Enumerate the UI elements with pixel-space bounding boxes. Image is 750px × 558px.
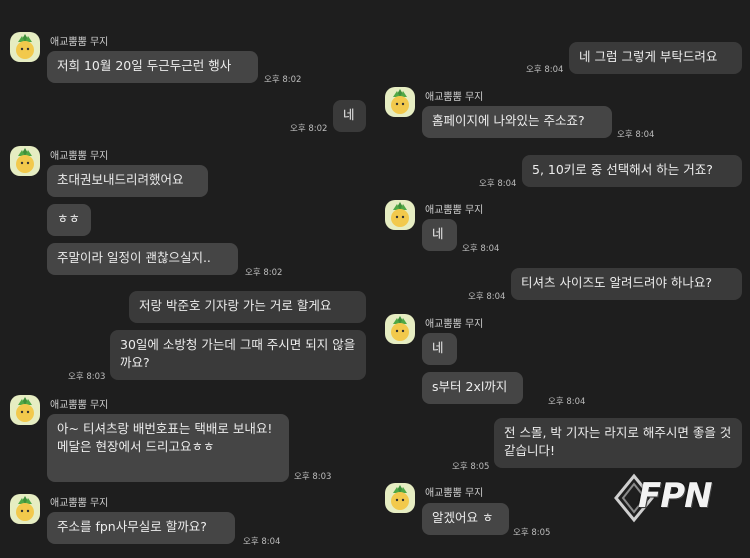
contact-avatar[interactable] [385,200,415,230]
message-bubble-sent: 네 그럼 그렇게 부탁드려요 [569,42,742,74]
fpn-watermark-logo: FPN [612,470,732,526]
contact-name: 애교뿜뿜 무지 [425,205,484,216]
contact-avatar[interactable] [385,483,415,513]
contact-avatar[interactable] [385,314,415,344]
contact-avatar[interactable] [385,87,415,117]
pineapple-character-icon [16,496,34,521]
message-time: 오후 8:02 [245,268,283,278]
message-bubble: 네 [422,219,457,251]
message-bubble: 홈페이지에 나와있는 주소죠? [422,106,612,138]
contact-name: 애교뿜뿜 무지 [425,319,484,330]
pineapple-character-icon [391,316,409,341]
contact-avatar[interactable] [10,146,40,176]
message-bubble-sent: 5, 10키로 중 선택해서 하는 거죠? [522,155,742,187]
pineapple-character-icon [391,202,409,227]
message-line: 아~ 티셔츠랑 배번호표는 택배로 보내요! [57,421,273,436]
contact-name: 애교뿜뿜 무지 [50,151,109,162]
message-bubble: 아~ 티셔츠랑 배번호표는 택배로 보내요! 메달은 현장에서 드리고요ㅎㅎ [47,414,289,482]
chat-panel-left: 애교뿜뿜 무지 저희 10월 20일 두근두근런 행사 오후 8:02 오후 8… [0,0,375,558]
message-time: 오후 8:04 [548,397,586,407]
message-time: 오후 8:04 [462,244,500,254]
message-bubble-sent: 저랑 박준호 기자랑 가는 거로 할게요 [129,291,366,323]
message-time: 오후 8:02 [264,75,302,85]
message-time: 오후 8:04 [468,292,506,302]
pineapple-character-icon [16,148,34,173]
message-line: 메달은 현장에서 드리고요ㅎㅎ [57,439,215,454]
message-bubble: 주말이라 일정이 괜찮으실지.. [47,243,238,275]
message-bubble: 주소를 fpn사무실로 할까요? [47,512,235,544]
message-time: 오후 8:03 [68,372,106,382]
message-bubble: 저희 10월 20일 두근두근런 행사 [47,51,258,83]
message-time: 오후 8:04 [617,130,655,140]
contact-name: 애교뿜뿜 무지 [50,37,109,48]
message-bubble-sent: 네 [333,100,366,132]
pineapple-character-icon [391,485,409,510]
message-bubble: 초대권보내드리려했어요 [47,165,208,197]
contact-name: 애교뿜뿜 무지 [50,400,109,411]
message-bubble-sent: 전 스몰, 박 기자는 라지로 해주시면 좋을 것 같습니다! [494,418,742,468]
message-bubble-sent: 티셔츠 사이즈도 알려드려야 하나요? [511,268,742,300]
message-time: 오후 8:04 [526,65,564,75]
message-bubble-sent: 30일에 소방청 가는데 그때 주시면 되지 않을까요? [110,330,366,380]
message-time: 오후 8:04 [243,537,281,547]
contact-avatar[interactable] [10,32,40,62]
message-bubble: ㅎㅎ [47,204,91,236]
pineapple-character-icon [16,397,34,422]
message-bubble: 알겠어요 ㅎ [422,503,509,535]
message-bubble: 네 [422,333,457,365]
message-time: 오후 8:02 [290,124,328,134]
message-time: 오후 8:03 [294,472,332,482]
contact-avatar[interactable] [10,494,40,524]
message-bubble: s부터 2xl까지 [422,372,523,404]
message-time: 오후 8:04 [479,179,517,189]
pineapple-character-icon [16,34,34,59]
watermark-text: FPN [638,476,713,516]
pineapple-character-icon [391,89,409,114]
contact-avatar[interactable] [10,395,40,425]
message-time: 오후 8:05 [513,528,551,538]
contact-name: 애교뿜뿜 무지 [425,92,484,103]
contact-name: 애교뿜뿜 무지 [425,488,484,499]
message-time: 오후 8:05 [452,462,490,472]
contact-name: 애교뿜뿜 무지 [50,498,109,509]
